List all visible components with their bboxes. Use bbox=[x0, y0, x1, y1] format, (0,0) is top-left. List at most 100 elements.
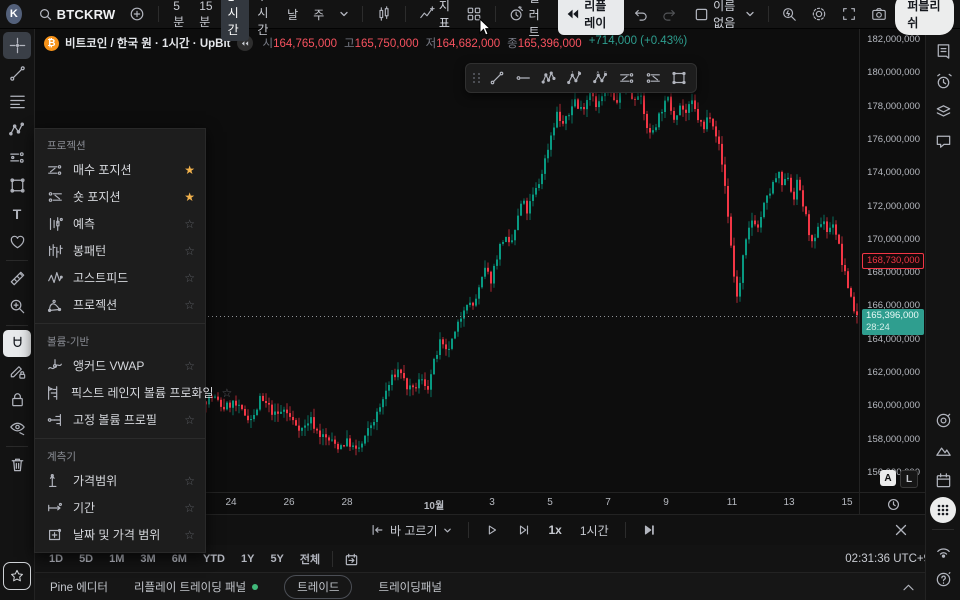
replay-button[interactable]: 리플레이 bbox=[558, 0, 624, 35]
settings-button[interactable] bbox=[805, 3, 833, 25]
timeframe-1시간[interactable]: 1시간 bbox=[221, 0, 250, 41]
crosshair-tool[interactable] bbox=[3, 32, 31, 59]
auto-scale-button[interactable]: A bbox=[880, 470, 896, 486]
menu-item[interactable]: 앵커드 VWAP☆ bbox=[35, 352, 205, 379]
step-forward-button[interactable] bbox=[511, 520, 537, 540]
shapes-tool[interactable] bbox=[3, 172, 31, 199]
timeframe-주[interactable]: 주 bbox=[306, 3, 331, 26]
play-button[interactable] bbox=[479, 520, 505, 540]
fullscreen-button[interactable] bbox=[835, 3, 863, 25]
speed-button[interactable]: 1x bbox=[543, 520, 568, 540]
favorite-star-icon[interactable]: ☆ bbox=[184, 271, 195, 285]
magnet-mode-button[interactable] bbox=[3, 330, 31, 357]
go-to-date-button[interactable] bbox=[338, 549, 365, 570]
favorite-star-icon[interactable]: ☆ bbox=[184, 501, 195, 515]
stay-drawing-mode-button[interactable] bbox=[3, 358, 31, 385]
measure-tool[interactable] bbox=[3, 265, 31, 292]
timeframe-5분[interactable]: 5분 bbox=[166, 0, 191, 33]
menu-item[interactable]: 봉패턴☆ bbox=[35, 237, 205, 264]
abcd-fav-tool[interactable]: AC bbox=[588, 66, 614, 90]
trading-panel-tab[interactable]: 트레이딩패널 bbox=[378, 579, 441, 595]
favorite-star-icon[interactable]: ☆ bbox=[184, 217, 195, 231]
favorite-star-icon[interactable]: ☆ bbox=[184, 413, 195, 427]
publish-button[interactable]: 퍼블리쉬 bbox=[895, 0, 954, 35]
favorite-star-icon[interactable]: ☆ bbox=[184, 244, 195, 258]
data-feed-icon[interactable] bbox=[929, 534, 957, 564]
menu-item[interactable]: 가격범위☆ bbox=[35, 467, 205, 494]
ideas-icon[interactable] bbox=[929, 405, 957, 435]
drag-handle[interactable] bbox=[472, 69, 482, 87]
apps-grid-button[interactable] bbox=[929, 495, 957, 525]
remove-drawings-button[interactable] bbox=[3, 451, 31, 478]
xabcd-pattern-tool[interactable] bbox=[3, 116, 31, 143]
favorite-star-filled-icon[interactable]: ★ bbox=[184, 190, 195, 204]
trend-line-tool[interactable] bbox=[3, 60, 31, 87]
menu-item[interactable]: 숏 포지션★ bbox=[35, 183, 205, 210]
prediction-tools-group[interactable] bbox=[3, 144, 31, 171]
timezone-button[interactable] bbox=[859, 493, 926, 515]
favorites-toolbar-toggle[interactable] bbox=[3, 562, 31, 590]
symbol-search-button[interactable]: BTCKRW bbox=[32, 4, 122, 25]
minds-icon[interactable] bbox=[929, 435, 957, 465]
undo-button[interactable] bbox=[626, 4, 654, 24]
compare-add-button[interactable] bbox=[123, 3, 151, 25]
timeframe-dropdown[interactable] bbox=[333, 6, 355, 22]
menu-item[interactable]: 프로젝션☆ bbox=[35, 291, 205, 318]
lock-drawings-button[interactable] bbox=[3, 386, 31, 413]
select-bar-button[interactable]: 바 고르기 bbox=[364, 519, 458, 542]
alerts-panel-icon[interactable] bbox=[929, 66, 957, 96]
range-5Y[interactable]: 5Y bbox=[263, 550, 290, 568]
chat-icon[interactable] bbox=[929, 126, 957, 156]
menu-item[interactable]: 예측☆ bbox=[35, 210, 205, 237]
pitchfan-fav-tool[interactable] bbox=[536, 66, 562, 90]
range-1Y[interactable]: 1Y bbox=[234, 550, 261, 568]
layout-select-button[interactable]: 이름없음 bbox=[688, 0, 760, 34]
price-axis[interactable]: 182,000,000180,000,000178,000,000176,000… bbox=[859, 28, 926, 492]
menu-item[interactable]: 픽스트 레인지 볼륨 프로화일☆ bbox=[35, 379, 205, 406]
redo-button[interactable] bbox=[656, 4, 684, 24]
hide-drawings-button[interactable] bbox=[3, 414, 31, 441]
range-전체[interactable]: 전체 bbox=[293, 548, 327, 570]
menu-item[interactable]: 고정 볼륨 프로필☆ bbox=[35, 406, 205, 433]
timeframe-15분[interactable]: 15분 bbox=[192, 0, 219, 33]
replay-trading-panel-tab[interactable]: 리플레이 트레이딩 패널 bbox=[134, 579, 258, 595]
user-avatar[interactable]: K bbox=[6, 4, 22, 24]
emoji-tool[interactable] bbox=[3, 228, 31, 255]
favorite-star-icon[interactable]: ☆ bbox=[184, 474, 195, 488]
trade-tab[interactable]: 트레이드 bbox=[284, 575, 352, 599]
favorite-star-icon[interactable]: ☆ bbox=[184, 528, 195, 542]
alert-button[interactable]: 얼러트 bbox=[503, 0, 557, 43]
favorite-star-filled-icon[interactable]: ★ bbox=[184, 163, 195, 177]
layers-icon[interactable] bbox=[929, 96, 957, 126]
favorite-star-icon[interactable]: ☆ bbox=[221, 386, 232, 400]
quick-search-button[interactable] bbox=[775, 3, 803, 25]
menu-item[interactable]: 고스트피드☆ bbox=[35, 264, 205, 291]
snapshot-button[interactable] bbox=[865, 3, 893, 25]
chart-style-button[interactable] bbox=[370, 3, 398, 25]
fib-retracement-tool[interactable] bbox=[3, 88, 31, 115]
long-position-fav-tool[interactable] bbox=[614, 66, 640, 90]
panel-expand-icon[interactable] bbox=[902, 583, 915, 592]
menu-item[interactable]: 날짜 및 가격 범위☆ bbox=[35, 521, 205, 548]
short-position-fav-tool[interactable] bbox=[640, 66, 666, 90]
jump-to-realtime-button[interactable] bbox=[636, 520, 662, 540]
calendar-icon[interactable] bbox=[929, 465, 957, 495]
timeframe-날[interactable]: 날 bbox=[280, 3, 305, 26]
session-clock[interactable]: 02:31:36 UTC+9 bbox=[845, 553, 934, 565]
menu-item[interactable]: 기간☆ bbox=[35, 494, 205, 521]
watchlist-icon[interactable] bbox=[929, 36, 957, 66]
xabcd-fav-tool[interactable]: 15 bbox=[562, 66, 588, 90]
menu-item[interactable]: 매수 포지션★ bbox=[35, 156, 205, 183]
zoom-in-tool[interactable] bbox=[3, 293, 31, 320]
trend-line-fav-tool[interactable] bbox=[484, 66, 510, 90]
pine-editor-tab[interactable]: Pine 에디터 bbox=[50, 579, 108, 595]
horizontal-ray-fav-tool[interactable] bbox=[510, 66, 536, 90]
favorite-star-icon[interactable]: ☆ bbox=[184, 359, 195, 373]
log-scale-button[interactable]: L bbox=[900, 470, 918, 488]
favorite-star-icon[interactable]: ☆ bbox=[184, 298, 195, 312]
timeframe-4시간[interactable]: 4시간 bbox=[250, 0, 279, 41]
text-tool[interactable]: T bbox=[3, 200, 31, 227]
close-replay-button[interactable] bbox=[888, 520, 914, 540]
indicators-button[interactable]: 지표 bbox=[413, 0, 458, 34]
help-icon[interactable] bbox=[929, 564, 957, 594]
